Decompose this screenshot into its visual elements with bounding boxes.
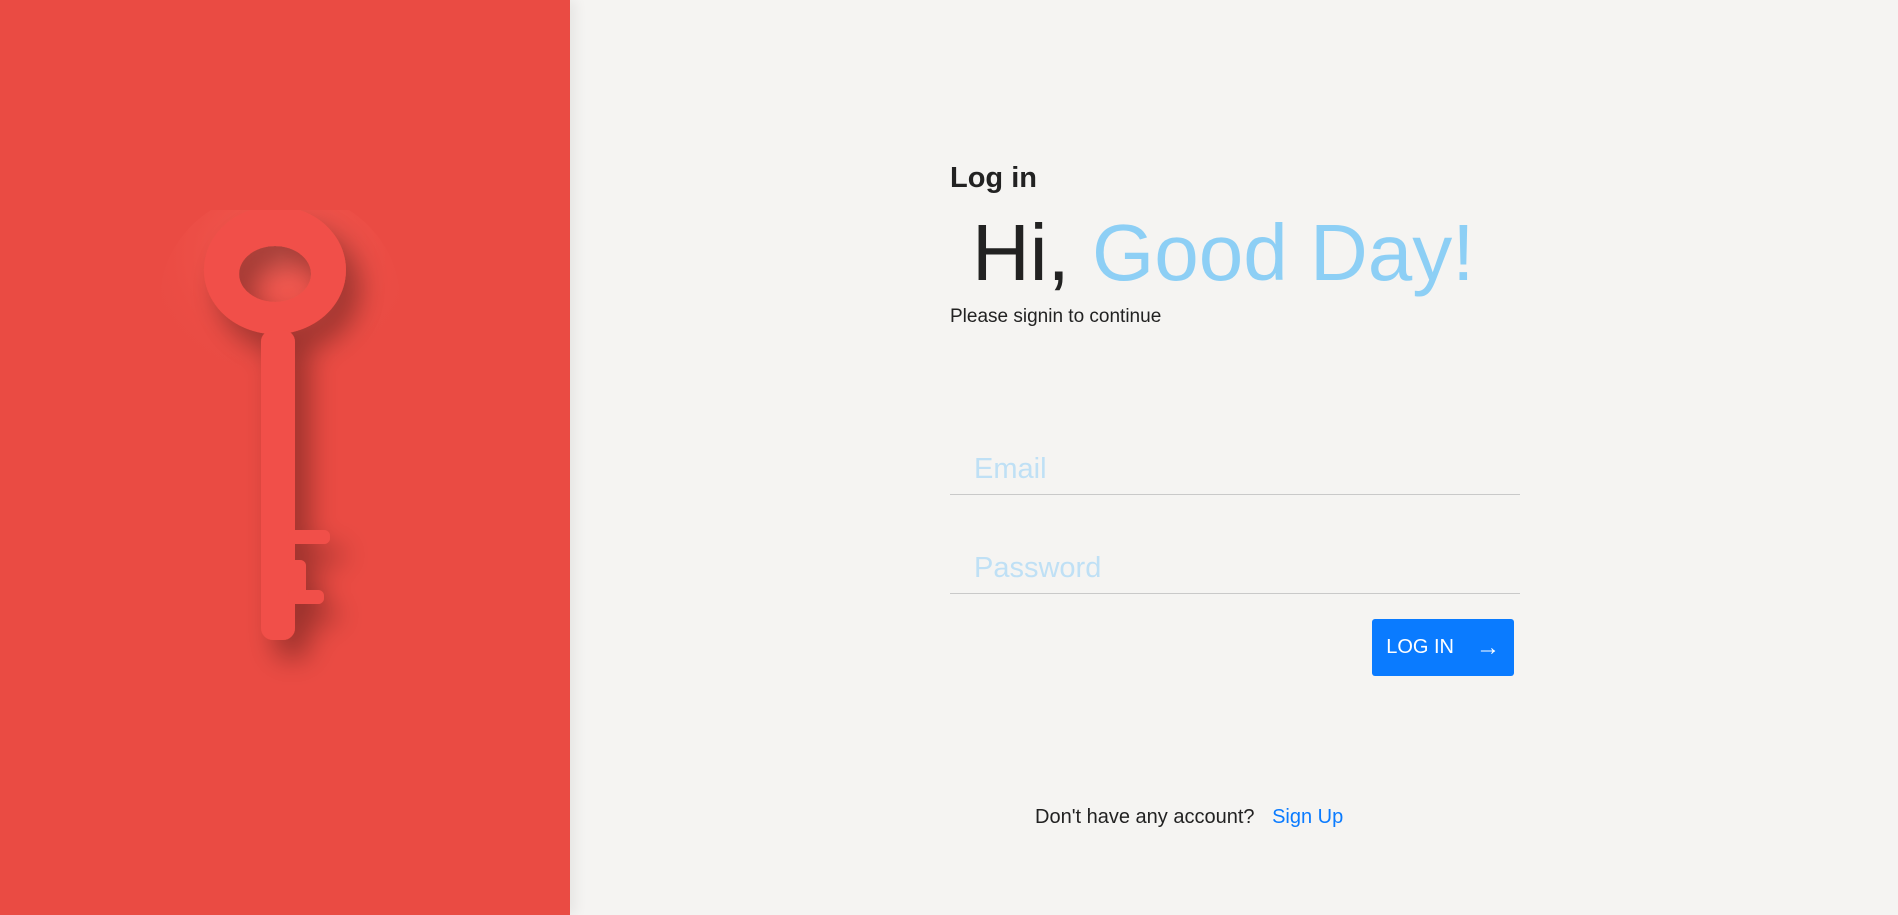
- login-form: Log in Hi, Good Day! Please signin to co…: [950, 160, 1520, 676]
- email-field[interactable]: [950, 448, 1520, 494]
- password-field[interactable]: [950, 547, 1520, 593]
- form-title: Log in: [950, 162, 1037, 194]
- email-field-container: [950, 448, 1520, 495]
- brand-panel: [0, 0, 570, 915]
- password-field-container: [950, 547, 1520, 594]
- login-button-label: LOG IN: [1386, 636, 1454, 658]
- login-button[interactable]: LOG IN →: [1372, 619, 1514, 676]
- login-panel: Log in Hi, Good Day! Please signin to co…: [570, 0, 1898, 915]
- signup-prompt: Don't have any account? Sign Up: [1035, 806, 1343, 829]
- greeting-accent: Good Day!: [1092, 208, 1475, 297]
- signup-link[interactable]: Sign Up: [1272, 806, 1343, 828]
- signup-prompt-text: Don't have any account?: [1035, 806, 1255, 828]
- subtitle: Please signin to continue: [950, 306, 1162, 327]
- greeting-plain: Hi,: [972, 208, 1070, 297]
- greeting-heading: Hi, Good Day!: [972, 210, 1520, 296]
- login-page: Log in Hi, Good Day! Please signin to co…: [0, 0, 1898, 915]
- form-actions: LOG IN →: [950, 619, 1520, 676]
- key-icon: [160, 210, 400, 640]
- arrow-right-icon: →: [1476, 633, 1500, 661]
